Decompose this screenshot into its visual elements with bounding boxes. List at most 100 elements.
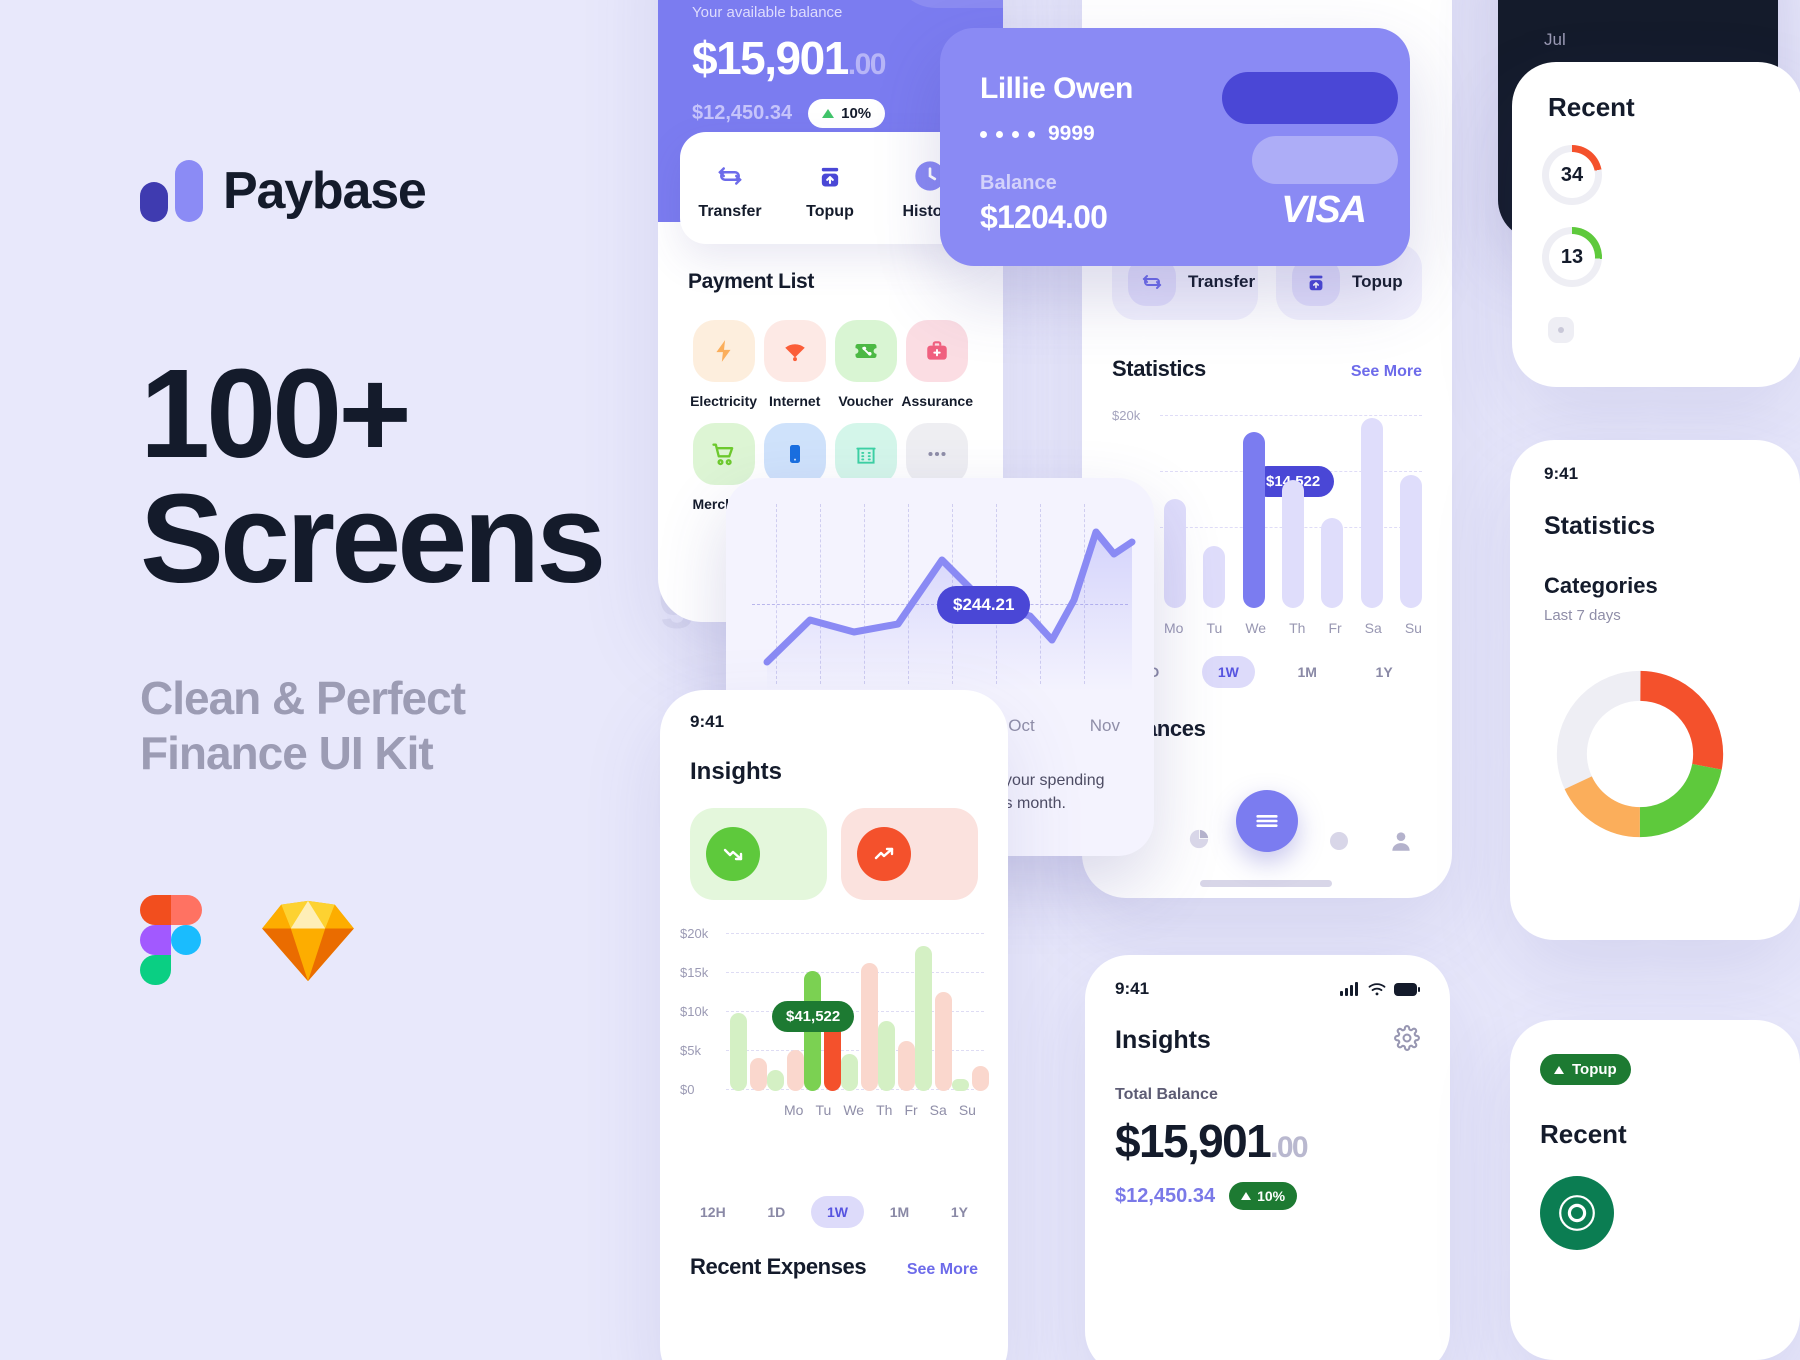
promo-stage: Paybase 100+ Screens Clean & Perfect Fin… [0,0,1800,1360]
statistics-see-more[interactable]: See More [1351,363,1422,381]
page-title: 100+ Screens [140,351,660,601]
statistics-bars [1164,418,1422,608]
cellular-icon [1340,982,1358,996]
quick-actions: Transfer Topup History [680,132,980,244]
bar-fr [1321,518,1344,608]
insights-chart: $20k $15k $10k $5k $0 $41,522 Mo Tu We T… [676,926,992,1176]
range-1w[interactable]: 1W [811,1196,864,1228]
progress-ring-2: 13 [1542,227,1602,287]
balance-subrow: $12,450.34 10% [692,99,969,128]
recent-expenses-title: Recent Expenses [690,1254,867,1279]
total-balance-amount: $15,901.00 [1115,1114,1420,1168]
total-amount-main: $15,901 [1115,1115,1272,1167]
payment-item-electricity[interactable]: Electricity [688,320,759,409]
recent-expenses-see-more[interactable]: See More [907,1261,978,1279]
range-1m[interactable]: 1M [874,1196,925,1228]
insights-tooltip: $41,522 [772,1001,855,1032]
payment-item-internet[interactable]: Internet [759,320,830,409]
change-badge-value: 10% [841,105,872,122]
triangle-up-icon [1241,1192,1252,1200]
ring-value: 13 [1549,234,1595,280]
action-transfer[interactable]: Transfer [680,156,780,221]
range-1w[interactable]: 1W [1201,656,1255,688]
triangle-up-icon [822,109,835,118]
payment-item-assurance[interactable]: Assurance [901,320,973,409]
statistics-day-labels: Mo Tu We Th Fr Sa Su [1164,620,1422,636]
bottom-panel-title: Recent [1540,1119,1627,1149]
gear-icon[interactable] [1394,1025,1420,1056]
range-12h[interactable]: 12H [684,1196,742,1228]
dark-panel-month: Jul [1544,30,1566,49]
masked-digits-icon [980,130,1035,138]
statistics-range-selector: 1D 1W 1M 1Y [1112,656,1422,688]
payment-list-section: Payment List Electricity Internet Vouche… [658,222,1003,512]
line-chart: $244.21 [752,504,1136,716]
payment-item-label: Internet [769,393,821,409]
ring-value: 34 [1549,152,1595,198]
triangle-up-icon [1554,1065,1564,1074]
status-time: 9:41 [1544,464,1579,483]
range-1y[interactable]: 1Y [935,1196,984,1228]
balances-title: Balances [1112,716,1206,741]
day-label: Mo [784,1102,804,1118]
bar-we [1242,432,1265,608]
ticket-percent-icon [834,320,897,382]
range-1d[interactable]: 1D [751,1196,801,1228]
logo-bar-tall [175,160,203,222]
status-bar: 9:41 [1085,955,1450,999]
categories-panel-title: Categories [1544,573,1658,598]
wifi-status-icon [1368,983,1386,996]
floating-action-button[interactable] [1236,790,1298,852]
categories-edge-panel: 9:41 Statistics Categories Last 7 days [1510,440,1800,940]
insight-tile-expense[interactable] [841,808,978,900]
day-label: Mo [1164,620,1184,636]
day-label: We [843,1102,865,1118]
month-label-nov: Nov [1089,716,1120,735]
payment-item-voucher[interactable]: Voucher [830,320,901,409]
day-label: Tu [815,1102,832,1118]
insights-summary-header: Insights [1085,999,1450,1056]
more-dots-icon [906,423,969,485]
pie-mini-icon [1188,828,1210,850]
bar-group-su [952,1066,989,1091]
bottom-edge-panel: Topup Recent [1510,1020,1800,1360]
bar-su [1399,475,1422,608]
y-tick: $5k [680,1043,701,1058]
day-label: Su [1404,620,1422,636]
progress-ring-1: 34 [1542,145,1602,205]
status-time: 9:41 [690,712,725,731]
bar-group-sa [915,946,952,1091]
dot-icon [1330,832,1348,850]
change-badge: 10% [808,99,886,128]
lightning-icon [692,320,755,382]
day-label: Tu [1206,620,1223,636]
total-balance-label: Total Balance [1115,1086,1218,1103]
scroll-indicator[interactable] [1200,880,1332,887]
range-1y[interactable]: 1Y [1360,656,1409,688]
bar-th [1281,480,1304,608]
day-label: Sa [929,1102,947,1118]
action-topup[interactable]: Topup [780,156,880,221]
status-bar: 9:41 [660,690,1008,732]
insight-tiles [690,808,978,900]
insights-title: Insights [690,758,783,785]
y-tick: $20k [680,926,709,941]
battery-icon [1394,982,1420,996]
credit-card[interactable]: Lillie Owen 9999 Balance $1204.00 VISA [940,28,1410,266]
recent-ring-row: 34 [1542,145,1800,205]
total-balance-subrow: $12,450.34 10% [1115,1182,1420,1210]
insights-bars [730,926,989,1091]
tool-logos [140,895,660,985]
range-1m[interactable]: 1M [1281,656,1332,688]
bar-group-mo [730,1013,767,1091]
bar-tu [1203,546,1226,608]
brand-name: Paybase [223,162,427,220]
change-badge: 10% [1229,1182,1298,1210]
y-tick: $10k [680,1004,709,1019]
person-icon [1388,828,1414,859]
brand-logo: Paybase [140,160,660,222]
insight-tile-income[interactable] [690,808,827,900]
payment-item-label: Voucher [838,393,894,409]
change-badge-value: 10% [1257,1188,1286,1204]
status-time: 9:41 [1115,979,1150,998]
